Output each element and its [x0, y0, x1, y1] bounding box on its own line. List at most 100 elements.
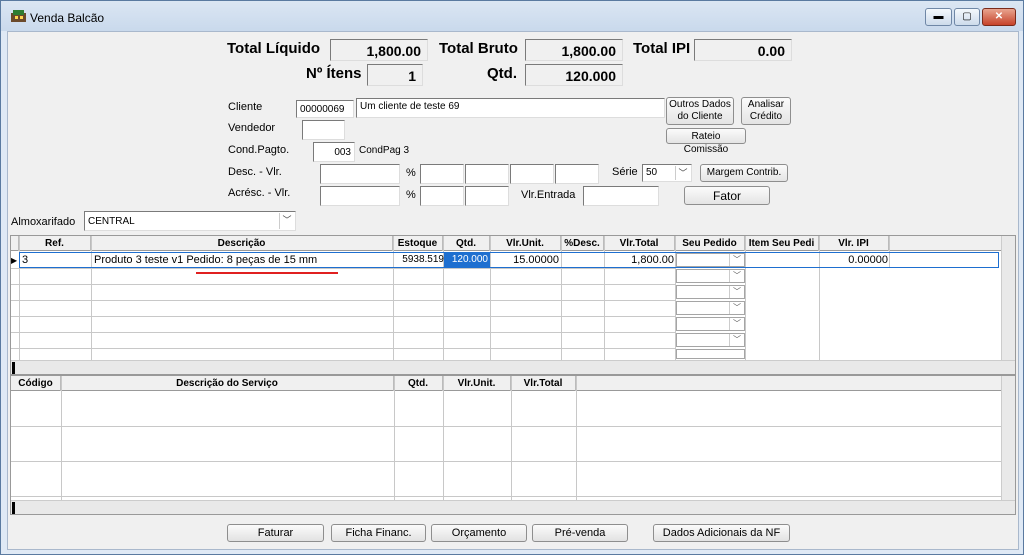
row-qtd[interactable]: 120.000 [444, 253, 490, 267]
qtd-label: Qtd. [487, 65, 517, 82]
products-vertical-scrollbar[interactable] [1001, 236, 1015, 360]
products-grid-header: Ref. Descrição Estoque Qtd. Vlr.Unit. %D… [11, 236, 1001, 251]
col-seu-pedido[interactable]: Seu Pedido [675, 236, 745, 251]
total-liquido-value: 1,800.00 [330, 39, 428, 61]
acresc-pct-field-1[interactable] [420, 186, 464, 206]
pre-venda-button[interactable]: Pré-venda [532, 524, 628, 542]
seu-pedido-select[interactable]: ﹀ [676, 301, 745, 315]
seu-pedido-select[interactable]: ﹀ [676, 253, 745, 267]
vlrentrada-field[interactable] [583, 186, 659, 206]
desc-pct-field-2[interactable] [465, 164, 509, 184]
scroll-thumb[interactable] [12, 362, 15, 374]
desc-vlr-field[interactable] [320, 164, 400, 184]
col-ref[interactable]: Ref. [19, 236, 91, 251]
products-horizontal-scrollbar[interactable] [11, 360, 1015, 374]
chevron-down-icon[interactable]: ﹀ [279, 213, 294, 229]
condpag-name: CondPag 3 [359, 145, 410, 156]
seu-pedido-select[interactable]: ﹀ [676, 269, 745, 283]
cliente-label: Cliente [228, 101, 263, 113]
margem-contrib-button[interactable]: Margem Contrib. [700, 164, 788, 182]
acresc-pct-field-2[interactable] [465, 186, 509, 206]
acresc-vlr-field[interactable] [320, 186, 400, 206]
chevron-down-icon[interactable]: ﹀ [729, 286, 744, 298]
desc-pct-field-4[interactable] [555, 164, 599, 184]
col-item-seu-pedido[interactable]: Item Seu Pedi [745, 236, 819, 251]
chevron-down-icon[interactable]: ﹀ [675, 166, 690, 180]
col-estoque[interactable]: Estoque [393, 236, 443, 251]
table-row[interactable]: ▶ 3 Produto 3 teste v1 Pedido: 8 peças d… [11, 252, 999, 274]
col-qtd[interactable]: Qtd. [443, 236, 490, 251]
total-ipi-value: 0.00 [694, 39, 792, 61]
seu-pedido-select[interactable]: ﹀ [676, 317, 745, 331]
row-estoque[interactable]: 5938.519 [394, 252, 444, 268]
cliente-code-field[interactable]: 00000069 [296, 100, 354, 118]
minimize-button[interactable]: ▬ [925, 8, 952, 26]
col-descricao[interactable]: Descrição [91, 236, 393, 251]
serie-label: Série [612, 166, 638, 178]
col-servico-vlr-unit[interactable]: Vlr.Unit. [443, 376, 511, 391]
chevron-down-icon[interactable]: ﹀ [729, 334, 744, 346]
serie-select[interactable]: 50 ﹀ [642, 164, 692, 182]
fator-button[interactable]: Fator [684, 186, 770, 205]
almoxarifado-label: Almoxarifado [11, 216, 76, 228]
services-grid-header: Código Descrição do Serviço Qtd. Vlr.Uni… [11, 376, 1001, 391]
almoxarifado-value: CENTRAL [88, 216, 135, 227]
cliente-name-field[interactable]: Um cliente de teste 69 [356, 98, 665, 118]
seu-pedido-select[interactable]: ﹀ [676, 285, 745, 299]
col-desc[interactable]: %Desc. [561, 236, 604, 251]
desc-pct-field-1[interactable] [420, 164, 464, 184]
app-window: Venda Balcão ▬ ▢ ✕ Total Líquido 1,800.0… [0, 0, 1024, 555]
vendedor-field[interactable] [302, 120, 345, 140]
chevron-down-icon[interactable]: ﹀ [729, 302, 744, 314]
orcamento-button[interactable]: Orçamento [431, 524, 527, 542]
almoxarifado-select[interactable]: CENTRAL ﹀ [84, 211, 296, 231]
serie-value: 50 [646, 167, 658, 178]
services-horizontal-scrollbar[interactable] [11, 500, 1015, 514]
col-vlr-ipi[interactable]: Vlr. IPI [819, 236, 889, 251]
row-descricao[interactable]: Produto 3 teste v1 Pedido: 8 peças de 15… [94, 252, 394, 268]
dados-adicionais-nf-button[interactable]: Dados Adicionais da NF [653, 524, 790, 542]
ficha-financ-button[interactable]: Ficha Financ. [331, 524, 426, 542]
form-body: Total Líquido 1,800.00 Total Bruto 1,800… [7, 31, 1019, 550]
faturar-button[interactable]: Faturar [227, 524, 324, 542]
analisar-credito-button[interactable]: Analisar Crédito [741, 97, 791, 125]
acresc-pct-label: % [406, 189, 416, 201]
col-vlr-unit[interactable]: Vlr.Unit. [490, 236, 561, 251]
title-bar: Venda Balcão ▬ ▢ ✕ [1, 1, 1023, 31]
outros-dados-cliente-button[interactable]: Outros Dados do Cliente [666, 97, 734, 125]
desc-vlr-label: Desc. - Vlr. [228, 166, 282, 178]
total-liquido-label: Total Líquido [227, 40, 321, 57]
close-button[interactable]: ✕ [982, 8, 1016, 26]
services-vertical-scrollbar[interactable] [1001, 376, 1015, 500]
maximize-button[interactable]: ▢ [954, 8, 980, 26]
products-grid: Ref. Descrição Estoque Qtd. Vlr.Unit. %D… [10, 235, 1016, 375]
col-descricao-servico[interactable]: Descrição do Serviço [61, 376, 394, 391]
seu-pedido-select[interactable]: ﹀ [676, 333, 745, 347]
condpag-code-field[interactable]: 003 [313, 142, 355, 162]
desc-pct-label: % [406, 167, 416, 179]
itens-label: Nº Ítens [306, 65, 362, 82]
col-servico-vlr-total[interactable]: Vlr.Total [511, 376, 576, 391]
desc-pct-field-3[interactable] [510, 164, 554, 184]
app-icon [11, 10, 26, 22]
seu-pedido-select[interactable] [676, 349, 745, 359]
col-codigo[interactable]: Código [11, 376, 61, 391]
condpag-label: Cond.Pagto. [228, 144, 290, 156]
row-vlr-total[interactable]: 1,800.00 [605, 252, 674, 268]
col-servico-qtd[interactable]: Qtd. [394, 376, 443, 391]
col-vlr-total[interactable]: Vlr.Total [604, 236, 675, 251]
chevron-down-icon[interactable]: ﹀ [729, 270, 744, 282]
chevron-down-icon[interactable]: ﹀ [729, 254, 744, 266]
chevron-down-icon[interactable]: ﹀ [729, 318, 744, 330]
row-ref[interactable]: 3 [22, 252, 28, 268]
qtd-value: 120.000 [525, 64, 623, 86]
total-bruto-label: Total Bruto [439, 40, 518, 57]
rateio-comissao-button[interactable]: Rateio Comissão [666, 128, 746, 155]
acresc-vlr-label: Acrésc. - Vlr. [228, 187, 291, 199]
row-vlr-unit[interactable]: 15.00000 [491, 252, 559, 268]
services-grid: Código Descrição do Serviço Qtd. Vlr.Uni… [10, 375, 1016, 515]
highlight-underline [196, 272, 338, 274]
row-vlr-ipi[interactable]: 0.00000 [820, 252, 888, 268]
itens-value: 1 [367, 64, 423, 86]
scroll-thumb[interactable] [12, 502, 15, 514]
